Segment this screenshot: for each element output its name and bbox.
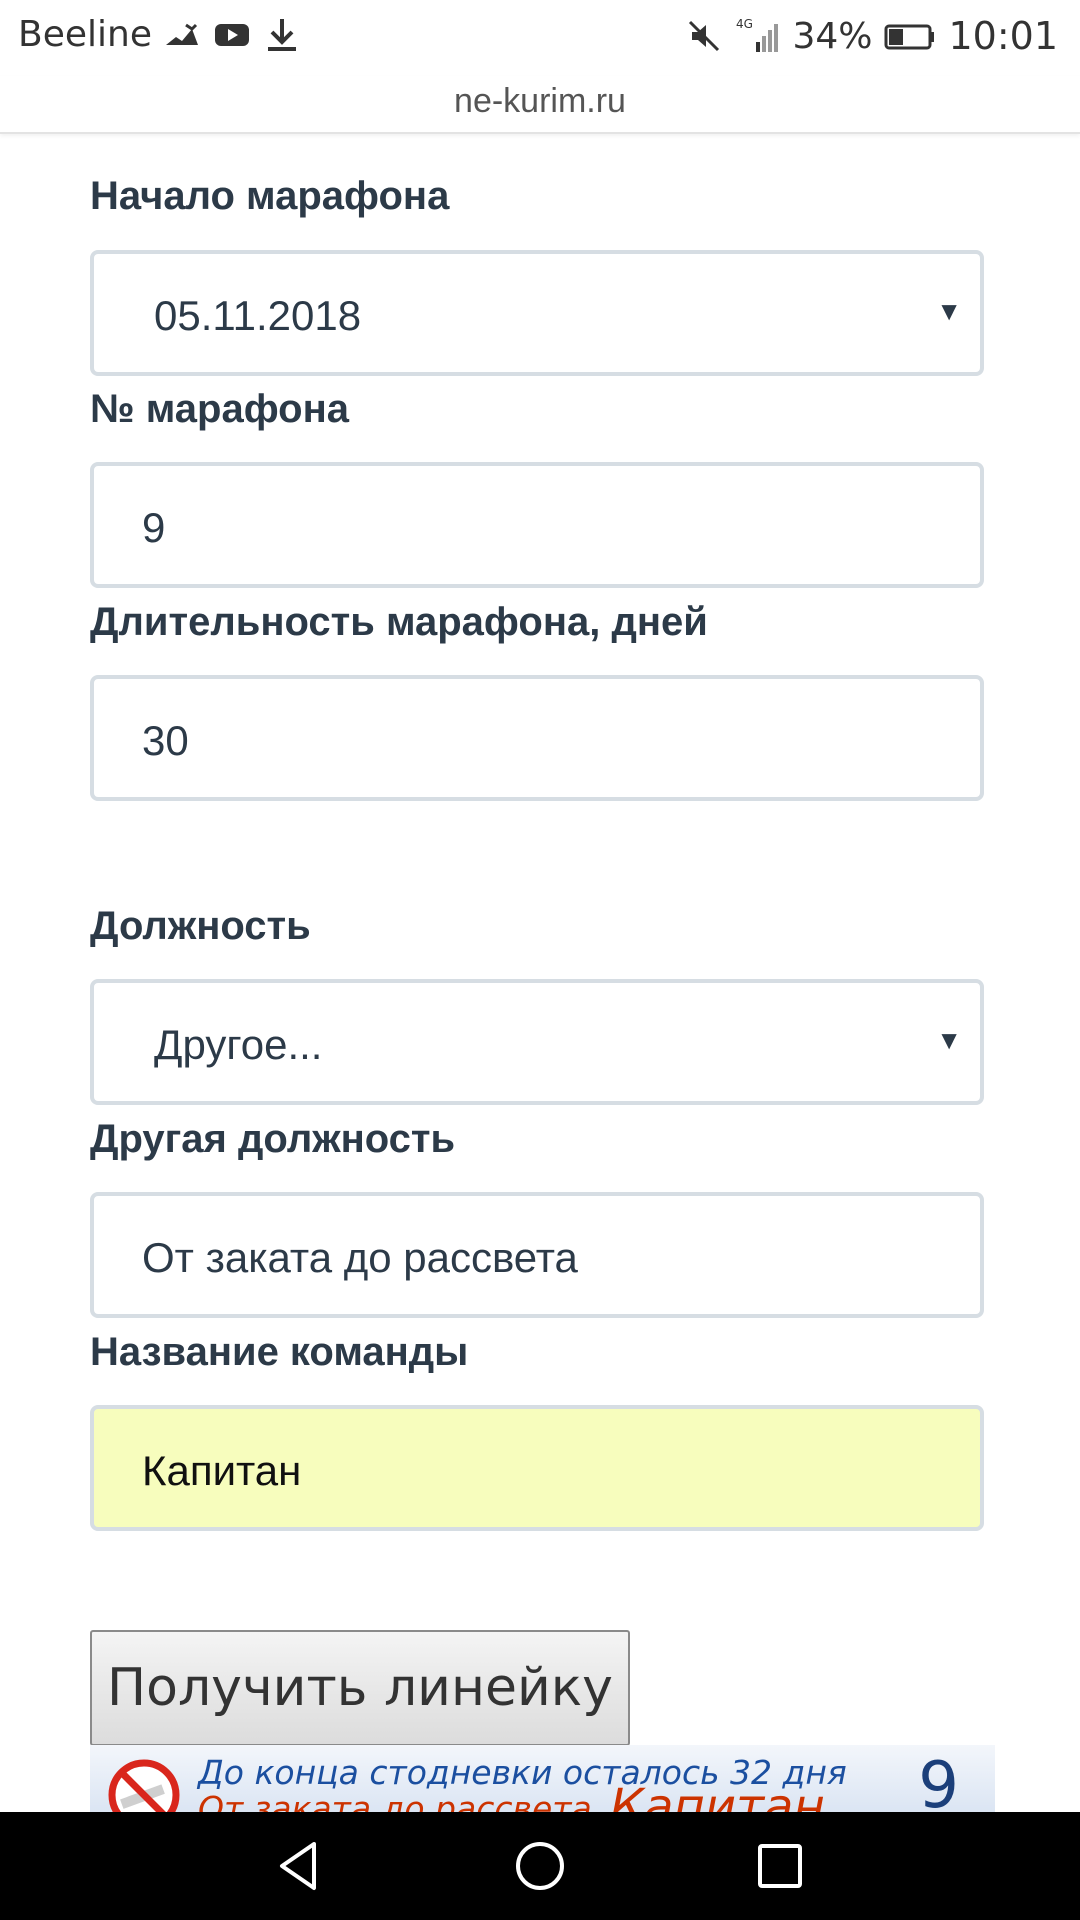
other-position-value: От заката до рассвета bbox=[142, 1234, 578, 1281]
no-smoking-icon bbox=[108, 1759, 180, 1812]
marathon-number-input[interactable]: 9 bbox=[90, 462, 984, 588]
network-type: 4G bbox=[736, 17, 753, 31]
recents-icon[interactable] bbox=[750, 1836, 810, 1896]
back-icon[interactable] bbox=[270, 1836, 330, 1896]
dropdown-caret-icon: ▼ bbox=[936, 1025, 962, 1055]
banner-marathon-number: 9 bbox=[918, 1749, 959, 1812]
team-name-value: Капитан bbox=[142, 1447, 302, 1494]
position-select[interactable]: Другое... ▼ bbox=[90, 979, 984, 1105]
position-value: Другое... bbox=[154, 1021, 323, 1068]
dropdown-caret-icon: ▼ bbox=[936, 296, 962, 326]
banner-team-text: Капитан bbox=[610, 1779, 825, 1812]
download-icon bbox=[267, 18, 296, 51]
marathon-number-label: № марафона bbox=[90, 387, 350, 431]
battery-icon bbox=[884, 24, 935, 50]
mute-icon bbox=[689, 20, 720, 52]
start-date-select[interactable]: 05.11.2018 ▼ bbox=[90, 250, 984, 376]
system-nav-bar bbox=[0, 1812, 1080, 1920]
position-label: Должность bbox=[90, 904, 311, 948]
marathon-number-value: 9 bbox=[142, 504, 166, 551]
carrier-name: Beeline bbox=[18, 14, 152, 55]
status-bar: Beeline 4G 34% 10:01 bbox=[0, 0, 1080, 76]
duration-value: 30 bbox=[142, 717, 189, 764]
signal-icon: 4G bbox=[736, 17, 779, 52]
duration-input[interactable]: 30 bbox=[90, 675, 984, 801]
other-position-input[interactable]: От заката до рассвета bbox=[90, 1192, 984, 1318]
url-text: ne-kurim.ru bbox=[454, 82, 626, 120]
youtube-icon bbox=[214, 23, 249, 46]
duration-label: Длительность марафона, дней bbox=[90, 600, 708, 644]
team-name-label: Название команды bbox=[90, 1330, 469, 1374]
screen: Beeline 4G 34% 10:01 ne-kurim.ru Начало … bbox=[0, 0, 1080, 1920]
get-ruler-button[interactable]: Получить линейку bbox=[90, 1630, 630, 1746]
url-bar[interactable]: ne-kurim.ru bbox=[0, 76, 1080, 134]
home-icon[interactable] bbox=[510, 1836, 570, 1896]
marathon-banner: До конца стодневки осталось 32 дня От за… bbox=[90, 1745, 995, 1812]
team-name-input[interactable]: Капитан bbox=[90, 1405, 984, 1531]
clock: 10:01 bbox=[948, 14, 1058, 58]
other-position-label: Другая должность bbox=[90, 1117, 456, 1161]
battery-percent: 34% bbox=[792, 15, 873, 57]
banner-position-text: От заката до рассвета bbox=[198, 1789, 592, 1812]
activity-icon bbox=[165, 23, 198, 45]
start-date-label: Начало марафона bbox=[90, 174, 450, 218]
start-date-value: 05.11.2018 bbox=[154, 292, 362, 339]
